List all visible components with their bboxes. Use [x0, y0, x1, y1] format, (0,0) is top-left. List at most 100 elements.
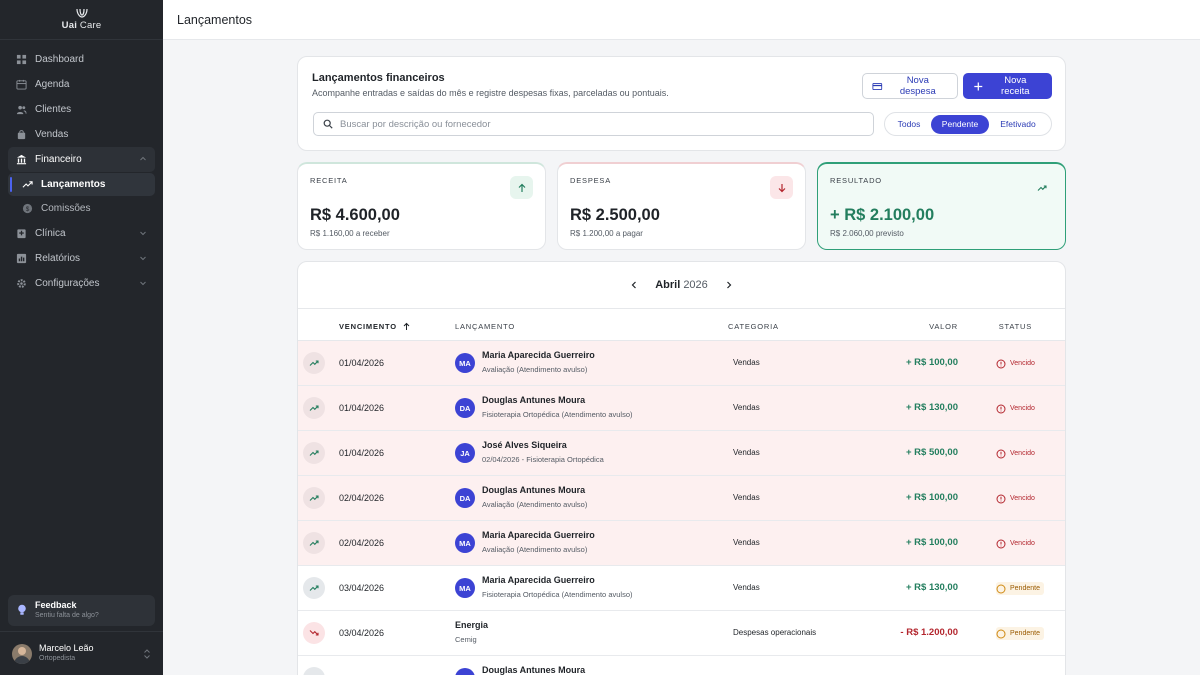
clock-icon	[996, 629, 1006, 638]
row-value: + R$ 130,00	[905, 582, 958, 593]
search-input[interactable]	[340, 118, 860, 130]
header-card: Lançamentos financeiros Acompanhe entrad…	[297, 56, 1066, 151]
user-menu[interactable]: Marcelo Leão Ortopedista	[0, 631, 163, 675]
table-row[interactable]: DA Douglas Antunes Moura	[298, 656, 1065, 675]
row-name: Maria Aparecida Guerreiro	[482, 575, 595, 585]
sidebar-subitem-comissoes[interactable]: $ Comissões	[8, 197, 155, 220]
filter-todos[interactable]: Todos	[887, 115, 931, 134]
row-date: 03/04/2026	[339, 583, 385, 593]
summary-note: R$ 1.200,00 a pagar	[570, 229, 643, 238]
chevron-down-icon	[140, 281, 146, 286]
row-value: + R$ 130,00	[905, 402, 958, 413]
feedback-button[interactable]: Feedback Sentiu falta de algo?	[8, 595, 155, 626]
row-date: 01/04/2026	[339, 403, 385, 413]
alert-circle-icon	[996, 449, 1006, 458]
status-filter: Todos Pendente Efetivado	[884, 112, 1052, 136]
row-description: Fisioterapia Ortopédica (Atendimento avu…	[482, 410, 633, 419]
feedback-title: Feedback	[35, 600, 77, 610]
client-initials: DA	[455, 488, 475, 508]
client-initials: MA	[455, 578, 475, 598]
chevron-up-icon	[140, 156, 146, 161]
sidebar-item-label: Relatórios	[35, 253, 81, 264]
column-vencimento[interactable]: VENCIMENTO	[339, 322, 411, 331]
trend-up-icon	[303, 487, 325, 509]
summary-label: RESULTADO	[830, 176, 882, 185]
svg-text:$: $	[26, 206, 30, 213]
arrow-down-icon	[770, 176, 793, 199]
row-description: Fisioterapia Ortopédica (Atendimento avu…	[482, 590, 633, 599]
chevron-right-icon[interactable]	[724, 280, 734, 290]
row-description: Cemig	[455, 635, 477, 644]
sidebar-item-financeiro[interactable]: Financeiro	[8, 147, 155, 172]
row-value: + R$ 100,00	[905, 492, 958, 503]
filter-efetivado[interactable]: Efetivado	[989, 115, 1047, 134]
summary-card-receita: RECEITA R$ 4.600,00 R$ 1.160,00 a recebe…	[297, 162, 546, 250]
table-row[interactable]: 03/04/2026 MA Maria Aparecida Guerreiro …	[298, 566, 1065, 611]
table-row[interactable]: 03/04/2026 Energia Cemig Despesas operac…	[298, 611, 1065, 656]
sidebar-item-clinica[interactable]: Clínica	[8, 221, 155, 246]
table-row[interactable]: 02/04/2026 MA Maria Aparecida Guerreiro …	[298, 521, 1065, 566]
trend-up-icon	[303, 667, 325, 675]
alert-circle-icon	[996, 359, 1006, 368]
table-body: 01/04/2026 MA Maria Aparecida Guerreiro …	[298, 341, 1065, 675]
new-expense-button[interactable]: Nova despesa	[862, 73, 958, 99]
row-description: Avaliação (Atendimento avulso)	[482, 500, 588, 509]
new-income-button[interactable]: Nova receita	[963, 73, 1052, 99]
row-date: 03/04/2026	[339, 628, 385, 638]
client-initials: MA	[455, 533, 475, 553]
sidebar: Uai Care Dashboard Agenda Clientes Venda…	[0, 0, 163, 675]
sidebar-item-label: Vendas	[35, 129, 69, 140]
gear-icon	[16, 278, 27, 289]
trend-up-icon	[303, 532, 325, 554]
column-status: STATUS	[998, 322, 1032, 331]
table-row[interactable]: 01/04/2026 DA Douglas Antunes Moura Fisi…	[298, 386, 1065, 431]
row-category: Vendas	[733, 403, 760, 412]
column-lancamento: LANÇAMENTO	[455, 322, 515, 331]
client-initials: DA	[455, 398, 475, 418]
month-label: Abril 2026	[655, 279, 708, 291]
table-row[interactable]: 02/04/2026 DA Douglas Antunes Moura Aval…	[298, 476, 1065, 521]
trend-down-icon	[303, 622, 325, 644]
search-box[interactable]	[313, 112, 874, 136]
section-title: Lançamentos financeiros	[312, 72, 445, 84]
table-header: VENCIMENTO LANÇAMENTO CATEGORIA VALOR ST…	[298, 310, 1065, 341]
sidebar-item-vendas[interactable]: Vendas	[8, 122, 155, 147]
grid-icon	[16, 54, 27, 65]
arrow-up-icon	[510, 176, 533, 199]
sidebar-nav: Dashboard Agenda Clientes Vendas Finance…	[0, 40, 163, 296]
feedback-subtitle: Sentiu falta de algo?	[35, 612, 99, 619]
trend-up-icon	[1030, 176, 1053, 199]
sidebar-item-relatorios[interactable]: Relatórios	[8, 246, 155, 271]
row-value: - R$ 1.200,00	[900, 627, 958, 638]
lightbulb-icon	[18, 604, 26, 615]
filter-pendente[interactable]: Pendente	[931, 114, 989, 134]
bag-icon	[16, 129, 27, 140]
clinic-icon	[16, 228, 27, 239]
sidebar-item-dashboard[interactable]: Dashboard	[8, 47, 155, 72]
sidebar-item-label: Dashboard	[35, 54, 84, 65]
chevron-left-icon[interactable]	[629, 280, 639, 290]
client-initials: MA	[455, 353, 475, 373]
client-initials: JA	[455, 443, 475, 463]
chevron-down-icon	[140, 256, 146, 261]
brand[interactable]: Uai Care	[0, 0, 163, 40]
sidebar-subitem-lancamentos[interactable]: Lançamentos	[8, 173, 155, 196]
status-badge: Vencido	[996, 447, 1035, 460]
summary-value: R$ 4.600,00	[310, 206, 400, 224]
transactions-table-card: Abril 2026 VENCIMENTO LANÇAMENTO CATEGOR…	[297, 261, 1066, 675]
sidebar-item-configuracoes[interactable]: Configurações	[8, 271, 155, 296]
column-categoria: CATEGORIA	[728, 322, 779, 331]
page-title: Lançamentos	[177, 12, 253, 27]
row-value: + R$ 100,00	[905, 357, 958, 368]
table-row[interactable]: 01/04/2026 MA Maria Aparecida Guerreiro …	[298, 341, 1065, 386]
row-value: + R$ 500,00	[905, 447, 958, 458]
new-expense-label: Nova despesa	[899, 75, 936, 97]
row-name: Energia	[455, 620, 489, 630]
sidebar-item-agenda[interactable]: Agenda	[8, 72, 155, 97]
bank-icon	[16, 154, 27, 165]
row-category: Vendas	[733, 358, 760, 367]
table-row[interactable]: 01/04/2026 JA José Alves Siqueira 02/04/…	[298, 431, 1065, 476]
sidebar-item-clientes[interactable]: Clientes	[8, 97, 155, 122]
row-date: 01/04/2026	[339, 448, 385, 458]
card-icon	[872, 82, 883, 90]
